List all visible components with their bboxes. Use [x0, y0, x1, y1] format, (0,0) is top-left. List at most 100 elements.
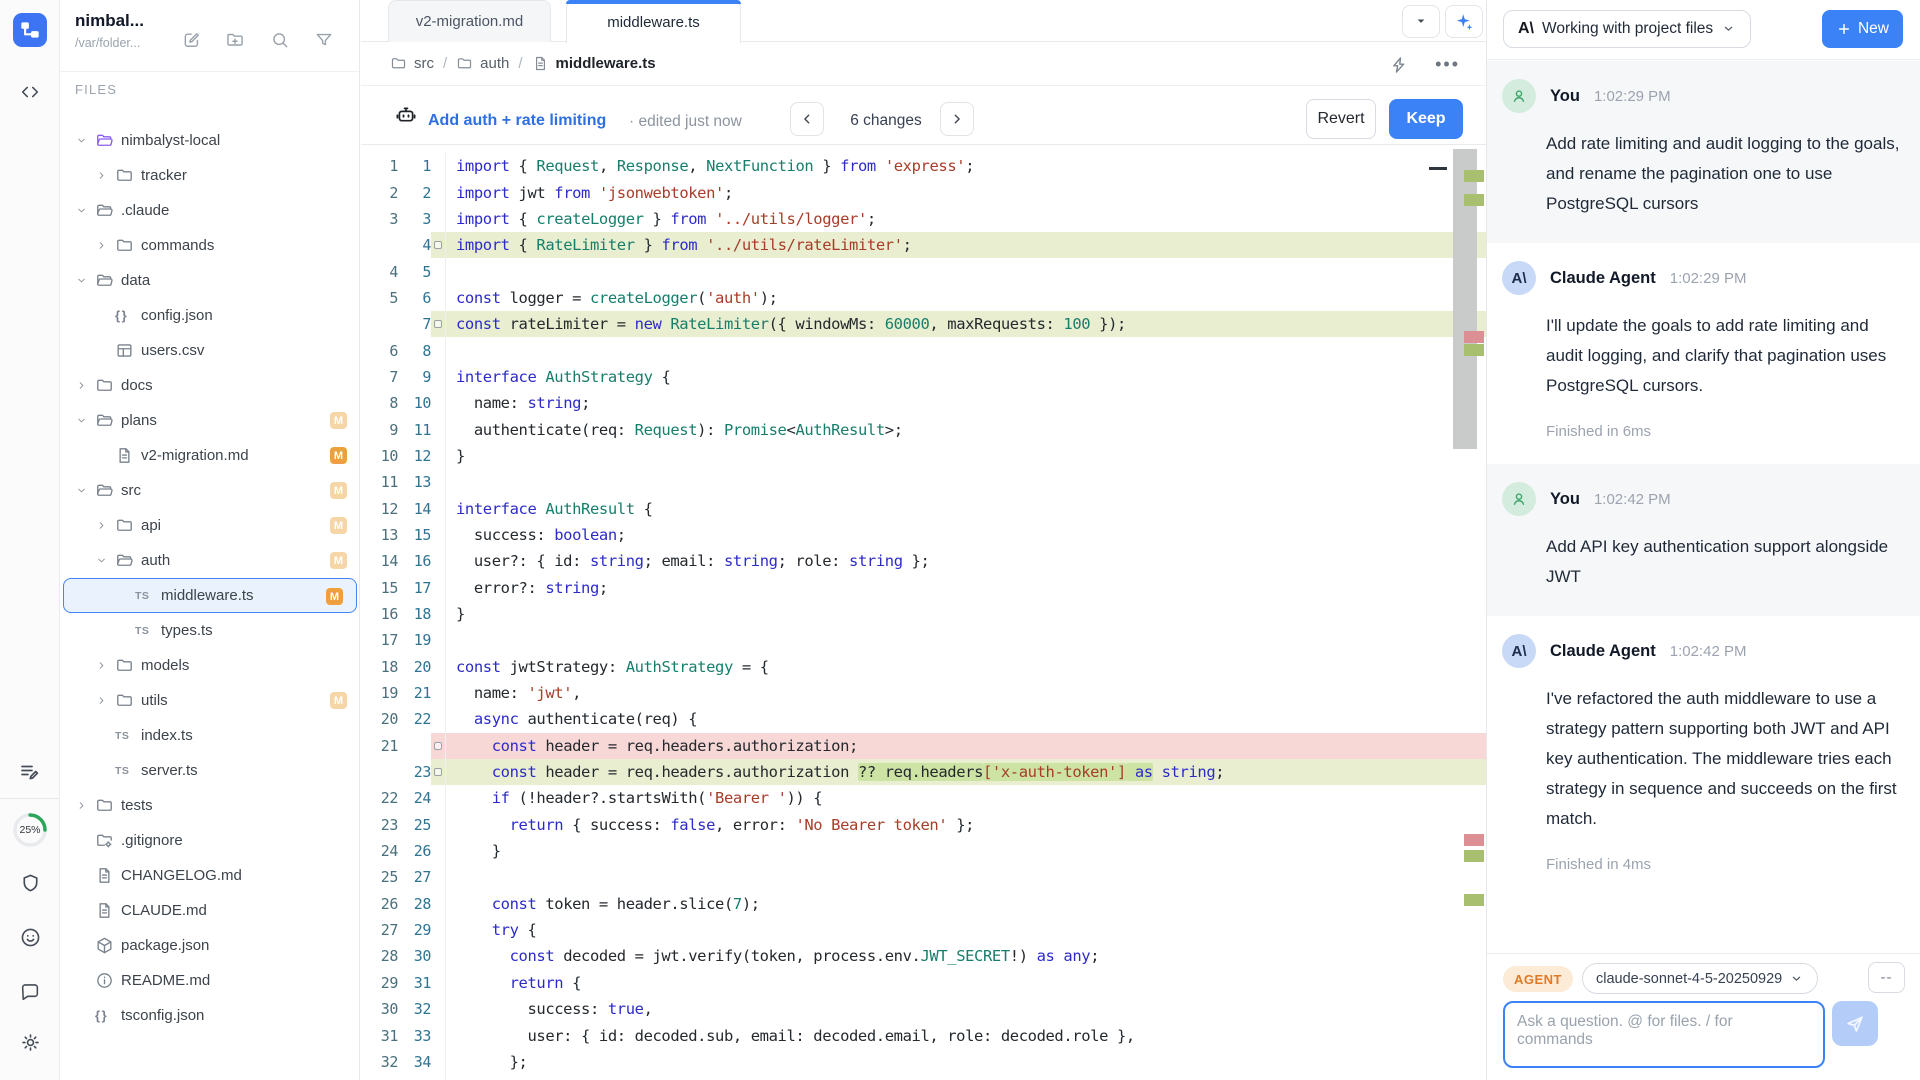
code-line[interactable]: 22import jwt from 'jsonwebtoken';: [361, 179, 1486, 205]
code-line[interactable]: 45: [361, 258, 1486, 284]
diff-title[interactable]: Add auth + rate limiting: [428, 112, 606, 130]
tree-item-tests[interactable]: tests: [60, 788, 360, 823]
chevron-right-icon[interactable]: [95, 169, 115, 182]
settings-gear-icon[interactable]: [0, 1027, 60, 1057]
task-list-icon[interactable]: [0, 757, 60, 787]
chevron-down-icon[interactable]: [75, 484, 95, 497]
smiley-icon[interactable]: [0, 922, 60, 952]
breadcrumb-folder[interactable]: auth: [480, 55, 509, 72]
code-view-icon[interactable]: [0, 77, 60, 107]
code-line[interactable]: 810 name: string;: [361, 390, 1486, 416]
code-line[interactable]: 3335 } catch {: [361, 1075, 1486, 1080]
collapse-button[interactable]: --: [1868, 962, 1905, 993]
shield-icon[interactable]: [0, 868, 60, 898]
tree-item-types-ts[interactable]: TStypes.ts: [60, 613, 360, 648]
session-selector[interactable]: A\ Working with project files: [1503, 10, 1751, 48]
tree-item-tracker[interactable]: tracker: [60, 158, 360, 193]
tree-item-src[interactable]: srcM: [60, 473, 360, 508]
tree-item-docs[interactable]: docs: [60, 368, 360, 403]
tree-item-models[interactable]: models: [60, 648, 360, 683]
keep-button[interactable]: Keep: [1389, 99, 1463, 139]
code-line[interactable]: 2022 async authenticate(req) {: [361, 706, 1486, 732]
more-options-icon[interactable]: •••: [1435, 54, 1460, 75]
code-line[interactable]: 2628 const token = header.slice(7);: [361, 891, 1486, 917]
chevron-down-icon[interactable]: [75, 274, 95, 287]
tree-item-tsconfig-json[interactable]: { }tsconfig.json: [60, 998, 360, 1033]
code-line[interactable]: 911 authenticate(req: Request): Promise<…: [361, 416, 1486, 442]
tree-item-server-ts[interactable]: TSserver.ts: [60, 753, 360, 788]
tree-item-commands[interactable]: commands: [60, 228, 360, 263]
diff-line-marker[interactable]: [431, 768, 445, 776]
edit-icon[interactable]: [180, 28, 204, 52]
ai-sparkle-button[interactable]: [1445, 5, 1483, 38]
code-line[interactable]: 2527: [361, 864, 1486, 890]
code-line[interactable]: 68: [361, 337, 1486, 363]
code-line[interactable]: 1719: [361, 627, 1486, 653]
tree-item-utils[interactable]: utilsM: [60, 683, 360, 718]
chevron-right-icon[interactable]: [95, 519, 115, 532]
tree-item--claude[interactable]: .claude: [60, 193, 360, 228]
code-line[interactable]: 3133 user: { id: decoded.sub, email: dec…: [361, 1022, 1486, 1048]
tree-item-auth[interactable]: authM: [60, 543, 360, 578]
code-line[interactable]: 1012}: [361, 443, 1486, 469]
tree-item-config-json[interactable]: { }config.json: [60, 298, 360, 333]
code-line[interactable]: 3032 success: true,: [361, 996, 1486, 1022]
app-logo-icon[interactable]: [13, 13, 47, 47]
chevron-right-icon[interactable]: [75, 799, 95, 812]
code-line[interactable]: 79interface AuthStrategy {: [361, 364, 1486, 390]
code-line[interactable]: 1315 success: boolean;: [361, 522, 1486, 548]
code-line[interactable]: 2224 if (!header?.startsWith('Bearer '))…: [361, 785, 1486, 811]
breadcrumb-file[interactable]: middleware.ts: [556, 55, 656, 72]
tree-item-package-json[interactable]: package.json: [60, 928, 360, 963]
code-line[interactable]: 1921 name: 'jwt',: [361, 680, 1486, 706]
prev-change-button[interactable]: [790, 102, 824, 136]
diff-line-marker[interactable]: [431, 241, 445, 249]
code-line[interactable]: 56const logger = createLogger('auth');: [361, 285, 1486, 311]
tree-item--gitignore[interactable]: .gitignore: [60, 823, 360, 858]
model-selector[interactable]: claude-sonnet-4-5-20250929: [1582, 963, 1818, 994]
chevron-down-icon[interactable]: [75, 134, 95, 147]
chevron-down-icon[interactable]: [95, 554, 115, 567]
tree-item-readme-md[interactable]: README.md: [60, 963, 360, 998]
tree-item-v2-migration-md[interactable]: v2-migration.mdM: [60, 438, 360, 473]
zap-icon[interactable]: [1389, 55, 1409, 75]
chevron-down-icon[interactable]: [75, 414, 95, 427]
tree-item-users-csv[interactable]: users.csv: [60, 333, 360, 368]
tree-item-api[interactable]: apiM: [60, 508, 360, 543]
tree-item-index-ts[interactable]: TSindex.ts: [60, 718, 360, 753]
diff-line-marker[interactable]: [431, 320, 445, 328]
code-line[interactable]: 1618}: [361, 601, 1486, 627]
code-line[interactable]: 2830 const decoded = jwt.verify(token, p…: [361, 943, 1486, 969]
search-icon[interactable]: [268, 28, 292, 52]
code-line-add[interactable]: 23 const header = req.headers.authorizat…: [361, 759, 1486, 785]
next-change-button[interactable]: [940, 102, 974, 136]
chevron-right-icon[interactable]: [95, 659, 115, 672]
chevron-right-icon[interactable]: [75, 379, 95, 392]
tab-dropdown-button[interactable]: [1402, 5, 1440, 38]
breadcrumb-folder[interactable]: src: [414, 55, 434, 72]
code-line-add[interactable]: 4import { RateLimiter } from '../utils/r…: [361, 232, 1486, 258]
tree-item-plans[interactable]: plansM: [60, 403, 360, 438]
new-folder-icon[interactable]: [223, 28, 247, 52]
code-editor[interactable]: 11import { Request, Response, NextFuncti…: [361, 146, 1486, 1080]
tree-item-changelog-md[interactable]: CHANGELOG.md: [60, 858, 360, 893]
code-line[interactable]: 1214interface AuthResult {: [361, 495, 1486, 521]
revert-button[interactable]: Revert: [1306, 99, 1376, 139]
tree-item-nimbalyst-local[interactable]: nimbalyst-local: [60, 123, 360, 158]
tab-middleware-ts[interactable]: middleware.ts: [566, 0, 741, 43]
code-line[interactable]: 2931 return {: [361, 970, 1486, 996]
code-line[interactable]: 11import { Request, Response, NextFuncti…: [361, 153, 1486, 179]
code-line[interactable]: 1113: [361, 469, 1486, 495]
chevron-right-icon[interactable]: [95, 694, 115, 707]
chevron-right-icon[interactable]: [95, 239, 115, 252]
code-line-add[interactable]: 7const rateLimiter = new RateLimiter({ w…: [361, 311, 1486, 337]
send-button[interactable]: [1832, 1001, 1878, 1046]
chat-input[interactable]: [1503, 1001, 1825, 1068]
code-line[interactable]: 1517 error?: string;: [361, 575, 1486, 601]
code-line[interactable]: 1820const jwtStrategy: AuthStrategy = {: [361, 654, 1486, 680]
code-line[interactable]: 1416 user?: { id: string; email: string;…: [361, 548, 1486, 574]
tree-item-middleware-ts[interactable]: TSmiddleware.tsM: [63, 578, 357, 613]
code-line-del[interactable]: 21 const header = req.headers.authorizat…: [361, 733, 1486, 759]
code-line[interactable]: 2325 return { success: false, error: 'No…: [361, 812, 1486, 838]
new-chat-button[interactable]: New: [1822, 10, 1903, 48]
